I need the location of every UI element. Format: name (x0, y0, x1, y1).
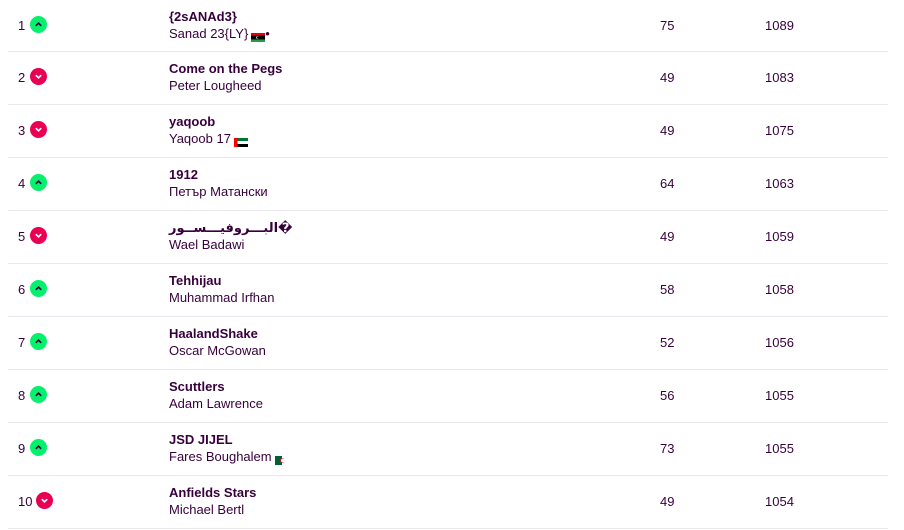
table-row[interactable]: 9 JSD JIJEL Fares Boughalem 73 1055 (8, 423, 888, 476)
rank: 9 (18, 441, 26, 456)
manager-suffix: • (265, 26, 270, 41)
table-row[interactable]: 8 Scuttlers Adam Lawrence 56 1055 (8, 370, 888, 423)
rank: 7 (18, 335, 26, 350)
team-entry[interactable]: {2sANAd3} Sanad 23{LY} • (169, 9, 270, 42)
table-row[interactable]: 6 Tehhijau Muhammad Irfhan 58 1058 (8, 264, 888, 317)
team-name[interactable]: {2sANAd3} (169, 9, 270, 25)
movement-up-icon (30, 280, 47, 297)
movement-down-icon (30, 68, 47, 85)
movement-down-icon (36, 492, 53, 509)
manager-name: Sanad 23{LY} (169, 26, 249, 41)
rank: 6 (18, 282, 26, 297)
gameweek-points: 49 (660, 70, 675, 85)
total-points: 1083 (765, 70, 794, 85)
table-row[interactable]: 4 1912 Петър Матански 64 1063 (8, 158, 888, 211)
manager-name: Oscar McGowan (169, 343, 266, 358)
gameweek-points: 49 (660, 494, 675, 509)
rank: 5 (18, 229, 26, 244)
manager-name: Muhammad Irfhan (169, 290, 275, 305)
movement-up-icon (30, 174, 47, 191)
manager-name: Adam Lawrence (169, 396, 263, 411)
team-name[interactable]: HaalandShake (169, 326, 266, 342)
table-row[interactable]: 1 {2sANAd3} Sanad 23{LY} • 75 1089 (8, 0, 888, 52)
team-entry[interactable]: Scuttlers Adam Lawrence (169, 379, 263, 412)
total-points: 1063 (765, 176, 794, 191)
movement-down-icon (30, 227, 47, 244)
rank: 2 (18, 70, 26, 85)
total-points: 1059 (765, 229, 794, 244)
algeria-flag-icon (274, 452, 289, 465)
total-points: 1056 (765, 335, 794, 350)
table-row[interactable]: 2 Come on the Pegs Peter Lougheed 49 108… (8, 52, 888, 105)
team-name[interactable]: 1912 (169, 167, 268, 183)
league-standings-table: 1 {2sANAd3} Sanad 23{LY} • 75 1089 2 Com… (0, 0, 904, 529)
total-points: 1075 (765, 123, 794, 138)
table-row[interactable]: 5 البـــروفيـــســور� Wael Badawi 49 105… (8, 211, 888, 264)
gameweek-points: 52 (660, 335, 675, 350)
rank: 4 (18, 176, 26, 191)
team-entry[interactable]: البـــروفيـــســور� Wael Badawi (169, 220, 293, 253)
team-entry[interactable]: HaalandShake Oscar McGowan (169, 326, 266, 359)
total-points: 1055 (765, 388, 794, 403)
total-points: 1089 (765, 18, 794, 33)
manager-name: Yaqoob 17 (169, 131, 231, 146)
team-entry[interactable]: Anfields Stars Michael Bertl (169, 485, 256, 518)
team-name[interactable]: البـــروفيـــســور� (169, 220, 293, 236)
team-entry[interactable]: Come on the Pegs Peter Lougheed (169, 61, 282, 94)
team-name[interactable]: JSD JIJEL (169, 432, 289, 448)
table-row[interactable]: 10 Anfields Stars Michael Bertl 49 1054 (8, 476, 888, 529)
manager-name: Wael Badawi (169, 237, 245, 252)
table-row[interactable]: 3 yaqoob Yaqoob 17 49 1075 (8, 105, 888, 158)
uae-flag-icon (233, 134, 248, 147)
team-name[interactable]: Come on the Pegs (169, 61, 282, 77)
gameweek-points: 64 (660, 176, 675, 191)
rank: 3 (18, 123, 26, 138)
gameweek-points: 56 (660, 388, 675, 403)
team-entry[interactable]: Tehhijau Muhammad Irfhan (169, 273, 275, 306)
gameweek-points: 75 (660, 18, 675, 33)
movement-up-icon (30, 439, 47, 456)
movement-up-icon (30, 386, 47, 403)
total-points: 1054 (765, 494, 794, 509)
rank: 8 (18, 388, 26, 403)
gameweek-points: 49 (660, 123, 675, 138)
table-row[interactable]: 7 HaalandShake Oscar McGowan 52 1056 (8, 317, 888, 370)
gameweek-points: 49 (660, 229, 675, 244)
team-name[interactable]: Scuttlers (169, 379, 263, 395)
manager-name: Петър Матански (169, 184, 268, 199)
rank: 1 (18, 18, 26, 33)
movement-down-icon (30, 121, 47, 138)
manager-name: Michael Bertl (169, 502, 245, 517)
team-entry[interactable]: JSD JIJEL Fares Boughalem (169, 432, 289, 465)
team-name[interactable]: Anfields Stars (169, 485, 256, 501)
rank: 10 (18, 494, 33, 509)
team-name[interactable]: yaqoob (169, 114, 248, 130)
team-name[interactable]: Tehhijau (169, 273, 275, 289)
libya-flag-icon (251, 29, 266, 42)
total-points: 1055 (765, 441, 794, 456)
total-points: 1058 (765, 282, 794, 297)
gameweek-points: 73 (660, 441, 675, 456)
team-entry[interactable]: yaqoob Yaqoob 17 (169, 114, 248, 147)
manager-name: Fares Boughalem (169, 449, 272, 464)
movement-up-icon (30, 16, 47, 33)
movement-up-icon (30, 333, 47, 350)
team-entry[interactable]: 1912 Петър Матански (169, 167, 268, 200)
gameweek-points: 58 (660, 282, 675, 297)
manager-name: Peter Lougheed (169, 78, 262, 93)
